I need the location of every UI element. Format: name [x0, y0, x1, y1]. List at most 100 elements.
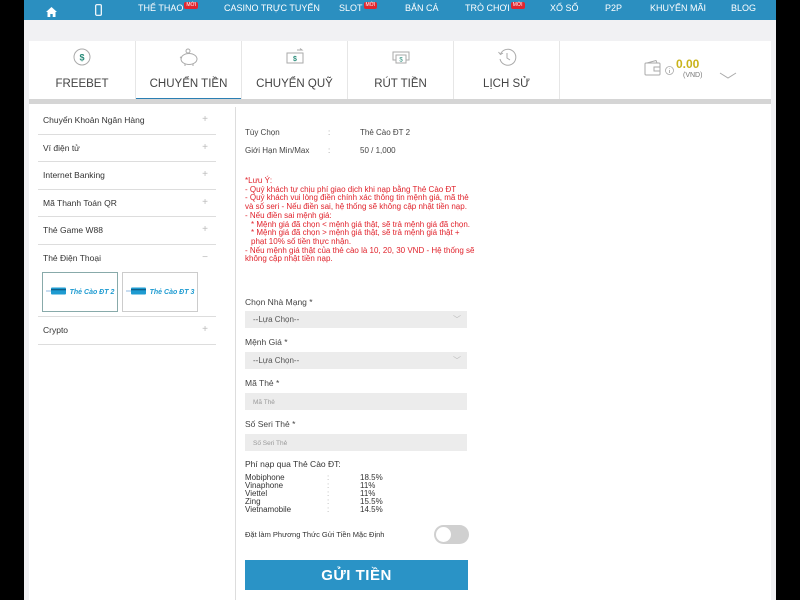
- sidebar-item-crypto[interactable]: Crypto +: [38, 317, 216, 345]
- card-code-input[interactable]: [245, 393, 467, 410]
- nav-fishing-label: BẮN CÁ: [405, 3, 439, 13]
- tab-freebet[interactable]: $ FREEBET: [29, 41, 136, 99]
- sidebar-item-label: Thẻ Điện Thoại: [43, 252, 101, 263]
- nav-p2p[interactable]: P2P: [605, 3, 622, 13]
- svg-text:$: $: [293, 56, 297, 63]
- phone-card-option-3[interactable]: Thẻ Cào ĐT 3: [122, 272, 198, 312]
- info-icon[interactable]: [665, 62, 674, 80]
- limit-label: Giới Hạn Min/Max: [245, 146, 310, 155]
- plus-icon: +: [202, 169, 208, 180]
- deposit-submit-button[interactable]: GỬI TIỀN: [245, 560, 468, 590]
- plus-icon: +: [202, 324, 208, 335]
- plus-icon: +: [202, 224, 208, 235]
- tab-transfer-money[interactable]: CHUYỂN TIỀN: [136, 41, 242, 100]
- nav-slot[interactable]: SLOT MỚI: [339, 1, 378, 13]
- sidebar-item-game-card[interactable]: Thẻ Game W88 +: [38, 217, 216, 245]
- sidebar-item-e-wallet[interactable]: Ví điện tử +: [38, 135, 216, 162]
- separator: :: [327, 505, 330, 514]
- denomination-label: Mệnh Giá *: [245, 337, 288, 347]
- tab-withdraw[interactable]: $ RÚT TIỀN: [348, 41, 454, 99]
- tab-label: CHUYỂN TIỀN: [149, 78, 228, 90]
- wallet-balance: 0.00 (VND): [621, 41, 771, 99]
- notice-text: *Lưu Ý: - Quý khách tự chịu phí giao dịc…: [245, 176, 475, 264]
- chevron-down-icon[interactable]: [719, 66, 737, 84]
- account-tab-bar: $ FREEBET CHUYỂN TIỀN $ CHUYỂN QUỸ $ RÚT…: [29, 41, 771, 100]
- separator: :: [328, 146, 331, 155]
- option-label: Tùy Chọn: [245, 128, 280, 137]
- balance-currency: (VND): [683, 72, 703, 79]
- sidebar-item-label: Mã Thanh Toán QR: [43, 197, 117, 208]
- notice-line: - Nếu mệnh giá thật của thẻ cào là 10, 2…: [245, 245, 475, 264]
- denomination-select[interactable]: --Lựa Chọn-- ﹀: [245, 352, 467, 369]
- sidebar-item-phone-card-group: Thẻ Điện Thoại − Thẻ Cào ĐT 2 Thẻ Cào ĐT …: [38, 245, 216, 317]
- nav-games[interactable]: TRÒ CHƠI MỚI: [465, 1, 525, 13]
- nav-blog[interactable]: BLOG: [731, 3, 756, 13]
- nav-lottery-label: XỔ SỐ: [550, 3, 579, 13]
- balance-amount: 0.00: [676, 57, 700, 71]
- phone-card-option-2[interactable]: Thẻ Cào ĐT 2: [42, 272, 118, 312]
- option-value: Thẻ Cào ĐT 2: [360, 128, 411, 137]
- chevron-down-icon: ﹀: [453, 315, 461, 324]
- nav-sports[interactable]: THỂ THAO MỚI: [138, 1, 199, 13]
- nav-live-casino[interactable]: CASINO TRỰC TUYẾN: [224, 3, 320, 13]
- nav-games-label: TRÒ CHƠI: [465, 3, 510, 13]
- plus-icon: +: [202, 196, 208, 208]
- fee-value: 14.5%: [360, 505, 383, 514]
- tab-label: FREEBET: [55, 78, 109, 90]
- nav-sports-label: THỂ THAO: [138, 3, 184, 13]
- serial-label: Số Seri Thẻ *: [245, 419, 296, 429]
- default-method-toggle[interactable]: [434, 525, 469, 544]
- chevron-down-icon: ﹀: [453, 356, 461, 365]
- nav-promotions[interactable]: KHUYẾN MÃI: [650, 3, 706, 13]
- notice-line: - Quý khách vui lòng điền chính xác thôn…: [245, 193, 469, 212]
- denomination-select-value: --Lựa Chọn--: [253, 356, 300, 365]
- tab-history[interactable]: LỊCH SỬ: [454, 41, 560, 99]
- sidebar-item-bank-transfer[interactable]: Chuyển Khoản Ngân Hàng +: [38, 107, 216, 135]
- wallet-icon: [644, 59, 662, 81]
- sidebar-item-label: Internet Banking: [43, 170, 105, 180]
- nav-slot-label: SLOT: [339, 3, 363, 13]
- sidebar-item-phone-card[interactable]: Thẻ Điện Thoại −: [38, 245, 216, 273]
- default-method-label: Đặt làm Phương Thức Gửi Tiền Mặc Định: [245, 530, 385, 539]
- top-navigation: THỂ THAO MỚI CASINO TRỰC TUYẾN SLOT MỚI BẮ…: [24, 0, 776, 20]
- nav-p2p-label: P2P: [605, 3, 623, 13]
- fee-row: Viettel:11%: [245, 490, 445, 498]
- payment-method-sidebar: Chuyển Khoản Ngân Hàng + Ví điện tử + Inte…: [38, 107, 216, 345]
- card-logo-icon: [45, 283, 68, 301]
- nav-lottery[interactable]: XỔ SỐ: [550, 3, 579, 13]
- piggy-bank-icon: [178, 48, 200, 71]
- transfer-funds-icon: $: [285, 48, 305, 71]
- plus-icon: +: [202, 114, 208, 125]
- sidebar-item-internet-banking[interactable]: Internet Banking +: [38, 162, 216, 190]
- sidebar-item-qr-payment[interactable]: Mã Thanh Toán QR +: [38, 190, 216, 217]
- svg-text:$: $: [79, 53, 84, 63]
- card-code-label: Mã Thẻ *: [245, 378, 280, 388]
- withdraw-icon: $: [391, 48, 411, 71]
- minus-icon: −: [202, 251, 208, 263]
- sidebar-item-label: Crypto: [43, 325, 69, 335]
- nav-live-casino-label: CASINO TRỰC TUYẾN: [224, 3, 320, 13]
- toggle-knob: [436, 527, 451, 542]
- sidebar-divider: [235, 107, 236, 600]
- nav-promotions-label: KHUYẾN MÃI: [650, 3, 707, 13]
- new-badge: MỚI: [363, 1, 378, 9]
- network-select-value: --Lựa Chọn--: [253, 315, 300, 324]
- tab-transfer-funds[interactable]: $ CHUYỂN QUỸ: [242, 41, 348, 99]
- fee-carrier: Vietnamobile: [245, 505, 292, 514]
- sidebar-item-label: Thẻ Game W88: [43, 225, 103, 235]
- nav-fishing[interactable]: BẮN CÁ: [405, 3, 439, 13]
- new-badge: MỚI: [510, 1, 525, 9]
- home-icon[interactable]: [46, 4, 57, 22]
- separator: :: [328, 128, 331, 137]
- serial-input[interactable]: [245, 434, 467, 451]
- network-select[interactable]: --Lựa Chọn-- ﹀: [245, 311, 467, 328]
- tab-label: LỊCH SỬ: [483, 78, 530, 90]
- network-label: Chọn Nhà Mạng *: [245, 297, 313, 307]
- plus-icon: +: [202, 141, 208, 153]
- fee-row: Vinaphone:11%: [245, 482, 445, 490]
- limit-value: 50 / 1,000: [360, 146, 396, 155]
- mobile-phone-icon[interactable]: [95, 3, 102, 21]
- sidebar-item-label: Chuyển Khoản Ngân Hàng: [43, 115, 145, 125]
- phone-card-label: Thẻ Cào ĐT 3: [149, 288, 195, 296]
- page-frame: THỂ THAO MỚI CASINO TRỰC TUYẾN SLOT MỚI BẮ…: [24, 0, 776, 600]
